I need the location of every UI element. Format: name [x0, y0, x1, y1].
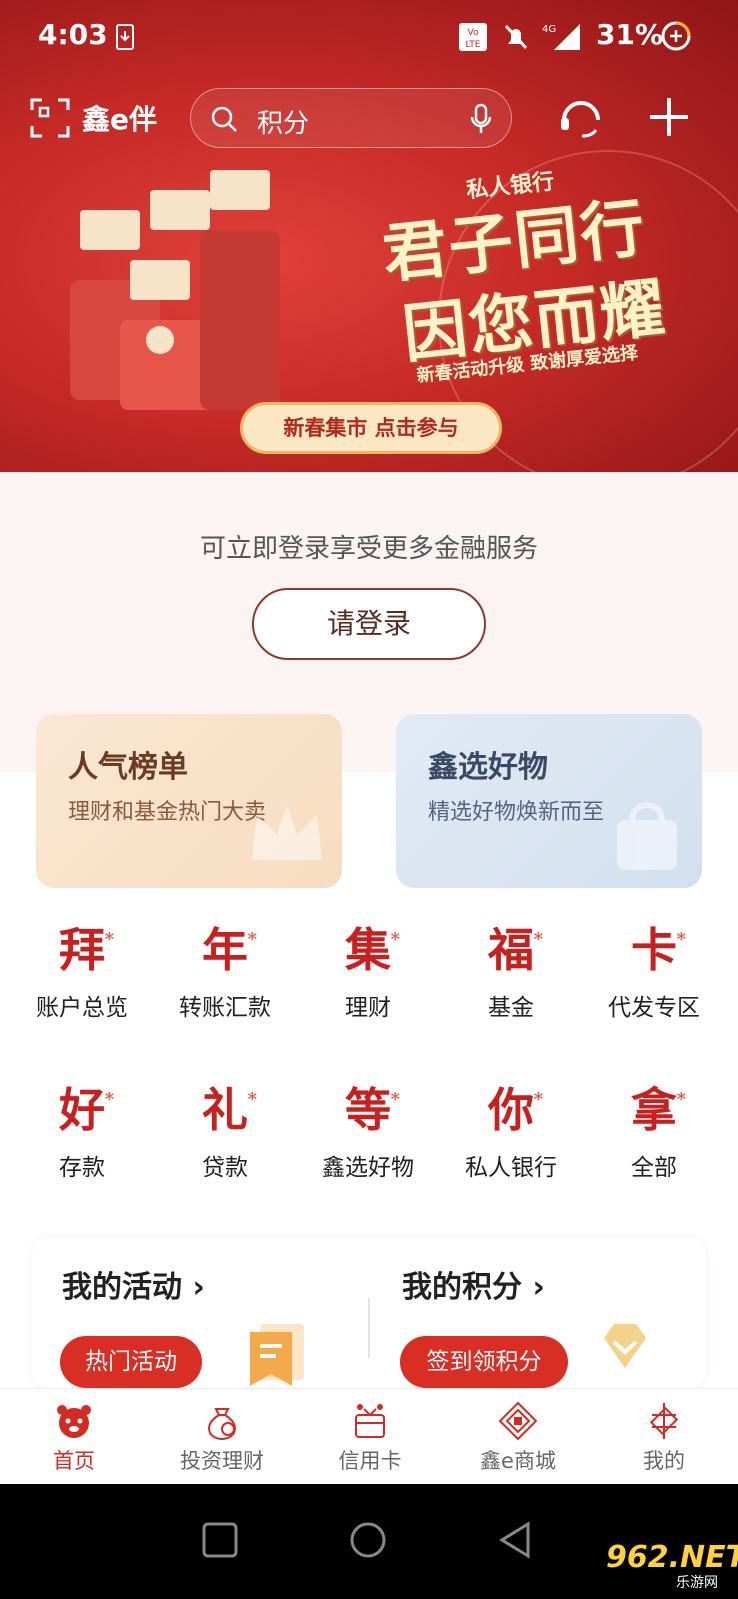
- grid-item-wealth[interactable]: 集 理财: [298, 910, 438, 1040]
- grid-item-label: 基金: [488, 995, 534, 1021]
- app-brand: 鑫e伴: [82, 103, 157, 136]
- card-subtitle: 精选好物焕新而至: [428, 800, 605, 825]
- diamond-icon: [604, 1324, 646, 1368]
- activity-section: 我的活动 › 热门活动 我的积分 › 签到领积分: [32, 1238, 706, 1388]
- grid-item-label: 私人银行: [465, 1155, 557, 1181]
- grid-item-label: 全部: [631, 1155, 677, 1181]
- login-button[interactable]: 请登录: [252, 588, 486, 660]
- search-icon: [211, 106, 237, 132]
- tiger-icon: [57, 1405, 91, 1438]
- card-title: 鑫选好物: [428, 750, 548, 785]
- tab-home[interactable]: 首页: [0, 1389, 148, 1485]
- tab-label: 投资理财: [180, 1449, 264, 1473]
- bookmark-icon: [250, 1324, 304, 1386]
- status-bar: 4:03 Vo LTE 4G 31%: [0, 0, 738, 76]
- grid-item-payroll[interactable]: 卡 代发专区: [584, 910, 724, 1040]
- customer-service-icon[interactable]: [558, 94, 604, 140]
- home-circle-icon[interactable]: [346, 1518, 390, 1562]
- hot-activities-button[interactable]: 热门活动: [60, 1336, 202, 1388]
- fu-glyph-icon: 福: [481, 910, 543, 980]
- tab-mall[interactable]: 鑫e商城: [444, 1389, 592, 1485]
- bottom-tab-bar: 首页 投资理财 信用卡 鑫e商城 我的: [0, 1388, 738, 1484]
- banner[interactable]: 私人银行 君子同行 因您而耀 新春活动升级 致谢厚爱选择 新春集市 点击参与 4…: [0, 0, 738, 472]
- tab-credit-card[interactable]: 信用卡: [296, 1389, 444, 1485]
- grid-item-label: 存款: [59, 1155, 105, 1181]
- ni-glyph-icon: 你: [481, 1070, 543, 1140]
- search-bar[interactable]: 积分: [190, 88, 512, 148]
- add-icon[interactable]: [646, 94, 692, 140]
- svg-text:Vo: Vo: [468, 28, 479, 38]
- grid-item-all[interactable]: 拿 全部: [584, 1070, 724, 1200]
- tab-label: 首页: [53, 1449, 95, 1473]
- grid-item-transfer[interactable]: 年 转账汇款: [155, 910, 295, 1040]
- grid-item-label: 鑫选好物: [322, 1155, 414, 1181]
- volte-icon: Vo LTE: [459, 23, 487, 51]
- grid-item-label: 代发专区: [608, 995, 700, 1021]
- grid-item-deposit[interactable]: 好 存款: [12, 1070, 152, 1200]
- scan-icon[interactable]: [30, 98, 70, 138]
- promo-podium-illustration: [70, 170, 280, 410]
- signal-4g-icon: 4G: [542, 24, 580, 50]
- mute-bell-icon: [504, 24, 528, 50]
- li-glyph-icon: 礼: [195, 1070, 257, 1140]
- grid-item-selected-goods[interactable]: 等 鑫选好物: [298, 1070, 438, 1200]
- sign-in-points-button[interactable]: 签到领积分: [400, 1336, 568, 1388]
- svg-text:LTE: LTE: [466, 40, 481, 50]
- tab-label: 信用卡: [338, 1449, 402, 1473]
- card-title: 人气榜单: [68, 750, 188, 785]
- battery-percent: 31%: [596, 18, 664, 51]
- bai-glyph-icon: 拜: [52, 910, 114, 980]
- nian-glyph-icon: 年: [195, 910, 257, 980]
- battery-saver-icon: [661, 21, 691, 51]
- grid-item-label: 贷款: [202, 1155, 248, 1181]
- back-triangle-icon[interactable]: [494, 1518, 538, 1562]
- shopping-bag-icon: [617, 802, 677, 870]
- top-navigation: 鑫e伴 积分: [0, 86, 738, 150]
- ji-glyph-icon: 集: [338, 910, 400, 980]
- my-activities-link[interactable]: 我的活动 ›: [62, 1262, 205, 1306]
- card-popular-list[interactable]: 人气榜单 理财和基金热门大卖: [36, 714, 342, 888]
- download-notification-icon: [116, 24, 134, 50]
- recents-icon[interactable]: [198, 1518, 242, 1562]
- grid-item-loan[interactable]: 礼 贷款: [155, 1070, 295, 1200]
- activity-divider: [368, 1298, 370, 1358]
- card-gift-icon: [355, 1404, 385, 1438]
- watermark-logo: 962.NET: [606, 1540, 738, 1575]
- ka-glyph-icon: 卡: [624, 910, 686, 980]
- knot-icon: [649, 1403, 679, 1439]
- my-points-link[interactable]: 我的积分 ›: [402, 1262, 545, 1306]
- login-prompt: 可立即登录享受更多金融服务: [199, 534, 538, 564]
- tab-label: 鑫e商城: [480, 1449, 556, 1473]
- na-glyph-icon: 拿: [624, 1070, 686, 1140]
- microphone-icon[interactable]: [469, 103, 493, 135]
- network-type: 4G: [542, 24, 556, 35]
- card-selected-goods[interactable]: 鑫选好物 精选好物焕新而至: [396, 714, 702, 888]
- moneybag-icon: [208, 1408, 236, 1441]
- grid-item-private-banking[interactable]: 你 私人银行: [441, 1070, 581, 1200]
- tab-label: 我的: [643, 1449, 685, 1473]
- grid-item-fund[interactable]: 福 基金: [441, 910, 581, 1040]
- grid-item-label: 转账汇款: [179, 995, 271, 1021]
- search-input[interactable]: 积分: [257, 103, 309, 140]
- watermark-subtitle: 乐游网: [676, 1575, 718, 1591]
- crown-icon: [252, 805, 322, 860]
- status-time: 4:03: [38, 18, 108, 51]
- grid-item-account-overview[interactable]: 拜 账户总览: [12, 910, 152, 1040]
- tab-mine[interactable]: 我的: [590, 1389, 738, 1485]
- hao-glyph-icon: 好: [52, 1070, 114, 1140]
- grid-item-label: 理财: [345, 995, 391, 1021]
- mall-icon: [498, 1401, 538, 1441]
- card-subtitle: 理财和基金热门大卖: [68, 800, 267, 825]
- tab-investment[interactable]: 投资理财: [148, 1389, 296, 1485]
- promo-cta-button[interactable]: 新春集市 点击参与: [240, 402, 502, 454]
- grid-item-label: 账户总览: [36, 995, 128, 1021]
- deng-glyph-icon: 等: [338, 1070, 400, 1140]
